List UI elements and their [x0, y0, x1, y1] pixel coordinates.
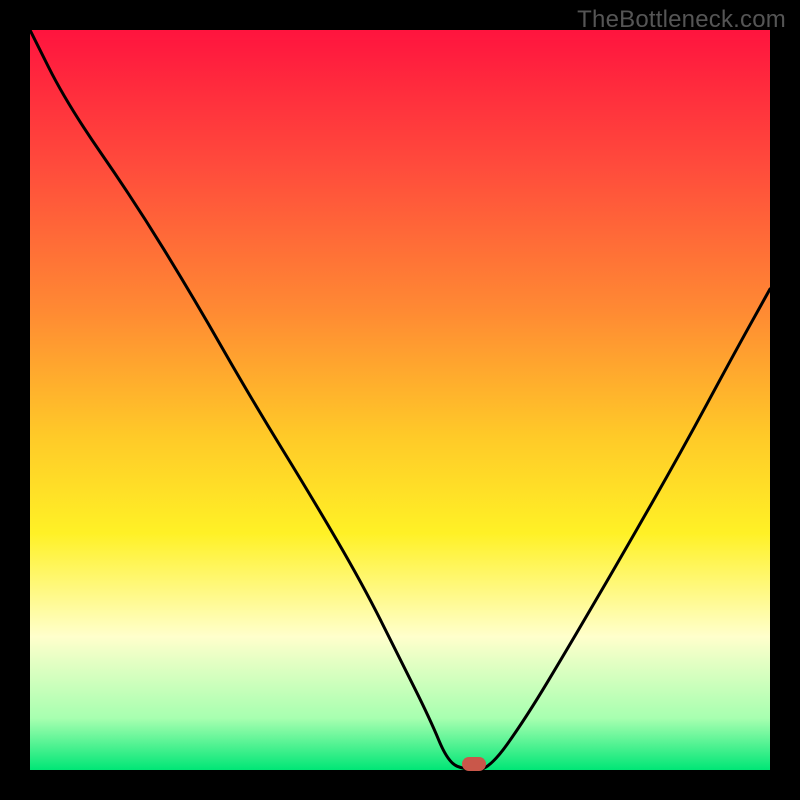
chart-frame: TheBottleneck.com — [0, 0, 800, 800]
optimal-point-marker — [462, 757, 486, 771]
curve-path — [30, 30, 770, 770]
plot-area — [30, 30, 770, 770]
watermark-text: TheBottleneck.com — [577, 6, 786, 34]
bottleneck-curve — [30, 30, 770, 770]
